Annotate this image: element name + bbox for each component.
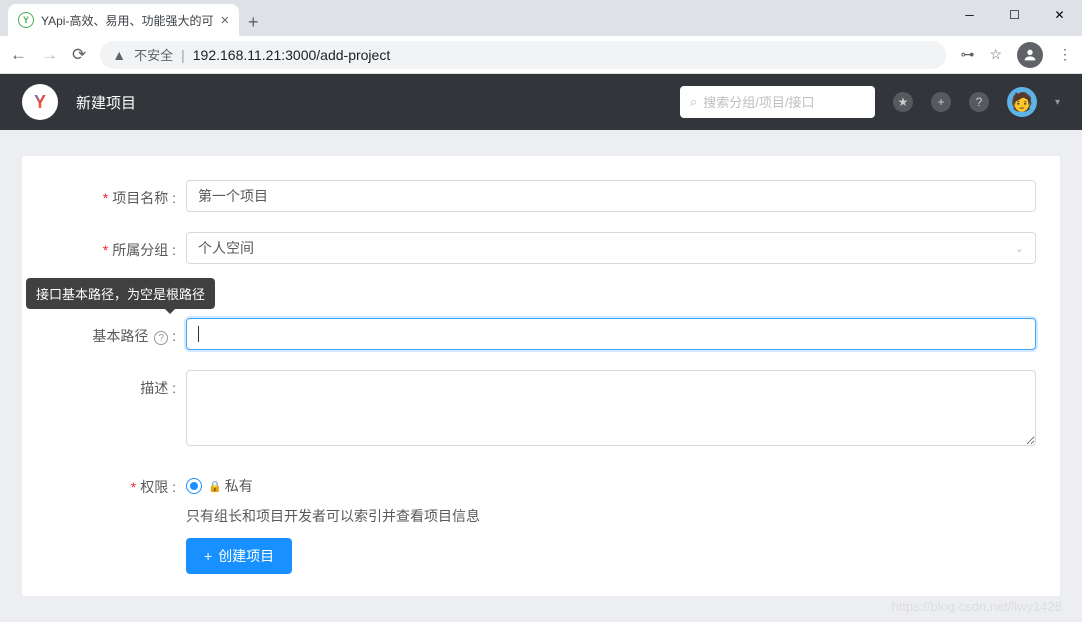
- maximize-button[interactable]: ☐: [992, 0, 1037, 30]
- chevron-down-icon[interactable]: ▾: [1055, 97, 1060, 108]
- project-name-input[interactable]: [186, 180, 1036, 212]
- group-selected-value: 个人空间: [198, 238, 254, 258]
- create-project-button[interactable]: + 创建项目: [186, 538, 292, 574]
- url-text: 192.168.11.21:3000/add-project: [193, 47, 390, 63]
- key-icon[interactable]: ⊶: [960, 46, 974, 63]
- permission-label: 权限 :: [46, 469, 186, 526]
- search-box[interactable]: ⌕: [680, 86, 875, 118]
- description-label: 描述 :: [46, 370, 186, 449]
- profile-icon[interactable]: [1017, 42, 1043, 68]
- permission-radio-private[interactable]: 🔒私有: [186, 469, 1036, 496]
- project-name-label: 项目名称 :: [46, 180, 186, 212]
- project-name-row: 项目名称 :: [46, 180, 1036, 212]
- add-icon[interactable]: +: [931, 92, 951, 112]
- address-bar: ← → ⟳ ▲ 不安全 | 192.168.11.21:3000/add-pro…: [0, 36, 1082, 74]
- base-path-label: 接口基本路径，为空是根路径 基本路径 ? :: [46, 318, 186, 350]
- form-card: 项目名称 : 所属分组 : 个人空间 ⌄ 接口基本路径，为空是根路径 基本路径 …: [22, 156, 1060, 596]
- content-area: 项目名称 : 所属分组 : 个人空间 ⌄ 接口基本路径，为空是根路径 基本路径 …: [0, 130, 1082, 622]
- reload-button[interactable]: ⟳: [72, 45, 86, 65]
- app-header: Y 新建项目 ⌕ ★ + ? 🧑 ▾: [0, 74, 1082, 130]
- tab-bar: Y YApi-高效、易用、功能强大的可 × +: [0, 0, 1082, 36]
- submit-row: + 创建项目: [46, 530, 1036, 574]
- close-window-button[interactable]: ✕: [1037, 0, 1082, 30]
- group-select[interactable]: 个人空间 ⌄: [186, 232, 1036, 264]
- question-icon[interactable]: ?: [154, 331, 168, 345]
- bookmark-star-icon[interactable]: ☆: [989, 46, 1002, 63]
- search-icon: ⌕: [690, 94, 697, 110]
- forward-button[interactable]: →: [41, 45, 58, 65]
- browser-chrome: ─ ☐ ✕ Y YApi-高效、易用、功能强大的可 × + ← → ⟳ ▲ 不安…: [0, 0, 1082, 74]
- group-row: 所属分组 : 个人空间 ⌄: [46, 232, 1036, 264]
- menu-icon[interactable]: ⋮: [1058, 46, 1072, 63]
- permission-description: 只有组长和项目开发者可以索引并查看项目信息: [186, 506, 1036, 526]
- group-label: 所属分组 :: [46, 232, 186, 264]
- description-textarea[interactable]: [186, 370, 1036, 446]
- base-path-row: 接口基本路径，为空是根路径 基本路径 ? :: [46, 318, 1036, 350]
- tab-close-icon[interactable]: ×: [220, 12, 229, 29]
- window-controls: ─ ☐ ✕: [947, 0, 1082, 30]
- base-path-input[interactable]: [186, 318, 1036, 350]
- back-button[interactable]: ←: [10, 45, 27, 65]
- watermark: https://blog.csdn.net/llwy1428: [891, 599, 1062, 614]
- page-title: 新建项目: [76, 92, 136, 113]
- tab-title: YApi-高效、易用、功能强大的可: [41, 12, 213, 29]
- app-logo[interactable]: Y: [22, 84, 58, 120]
- browser-tab[interactable]: Y YApi-高效、易用、功能强大的可 ×: [8, 4, 239, 36]
- chevron-down-icon: ⌄: [1015, 242, 1024, 255]
- insecure-label: 不安全: [134, 45, 173, 64]
- user-avatar[interactable]: 🧑: [1007, 87, 1037, 117]
- base-path-tooltip: 接口基本路径，为空是根路径: [26, 278, 215, 309]
- description-row: 描述 :: [46, 370, 1036, 449]
- minimize-button[interactable]: ─: [947, 0, 992, 30]
- star-icon[interactable]: ★: [893, 92, 913, 112]
- url-field[interactable]: ▲ 不安全 | 192.168.11.21:3000/add-project: [100, 41, 946, 69]
- plus-icon: +: [204, 548, 212, 564]
- new-tab-button[interactable]: +: [239, 8, 267, 36]
- permission-row: 权限 : 🔒私有 只有组长和项目开发者可以索引并查看项目信息: [46, 469, 1036, 526]
- search-input[interactable]: [703, 95, 865, 110]
- insecure-icon: ▲: [112, 47, 126, 63]
- lock-icon: 🔒: [208, 480, 222, 493]
- help-icon[interactable]: ?: [969, 92, 989, 112]
- radio-icon: [186, 478, 202, 494]
- tab-favicon: Y: [18, 12, 34, 28]
